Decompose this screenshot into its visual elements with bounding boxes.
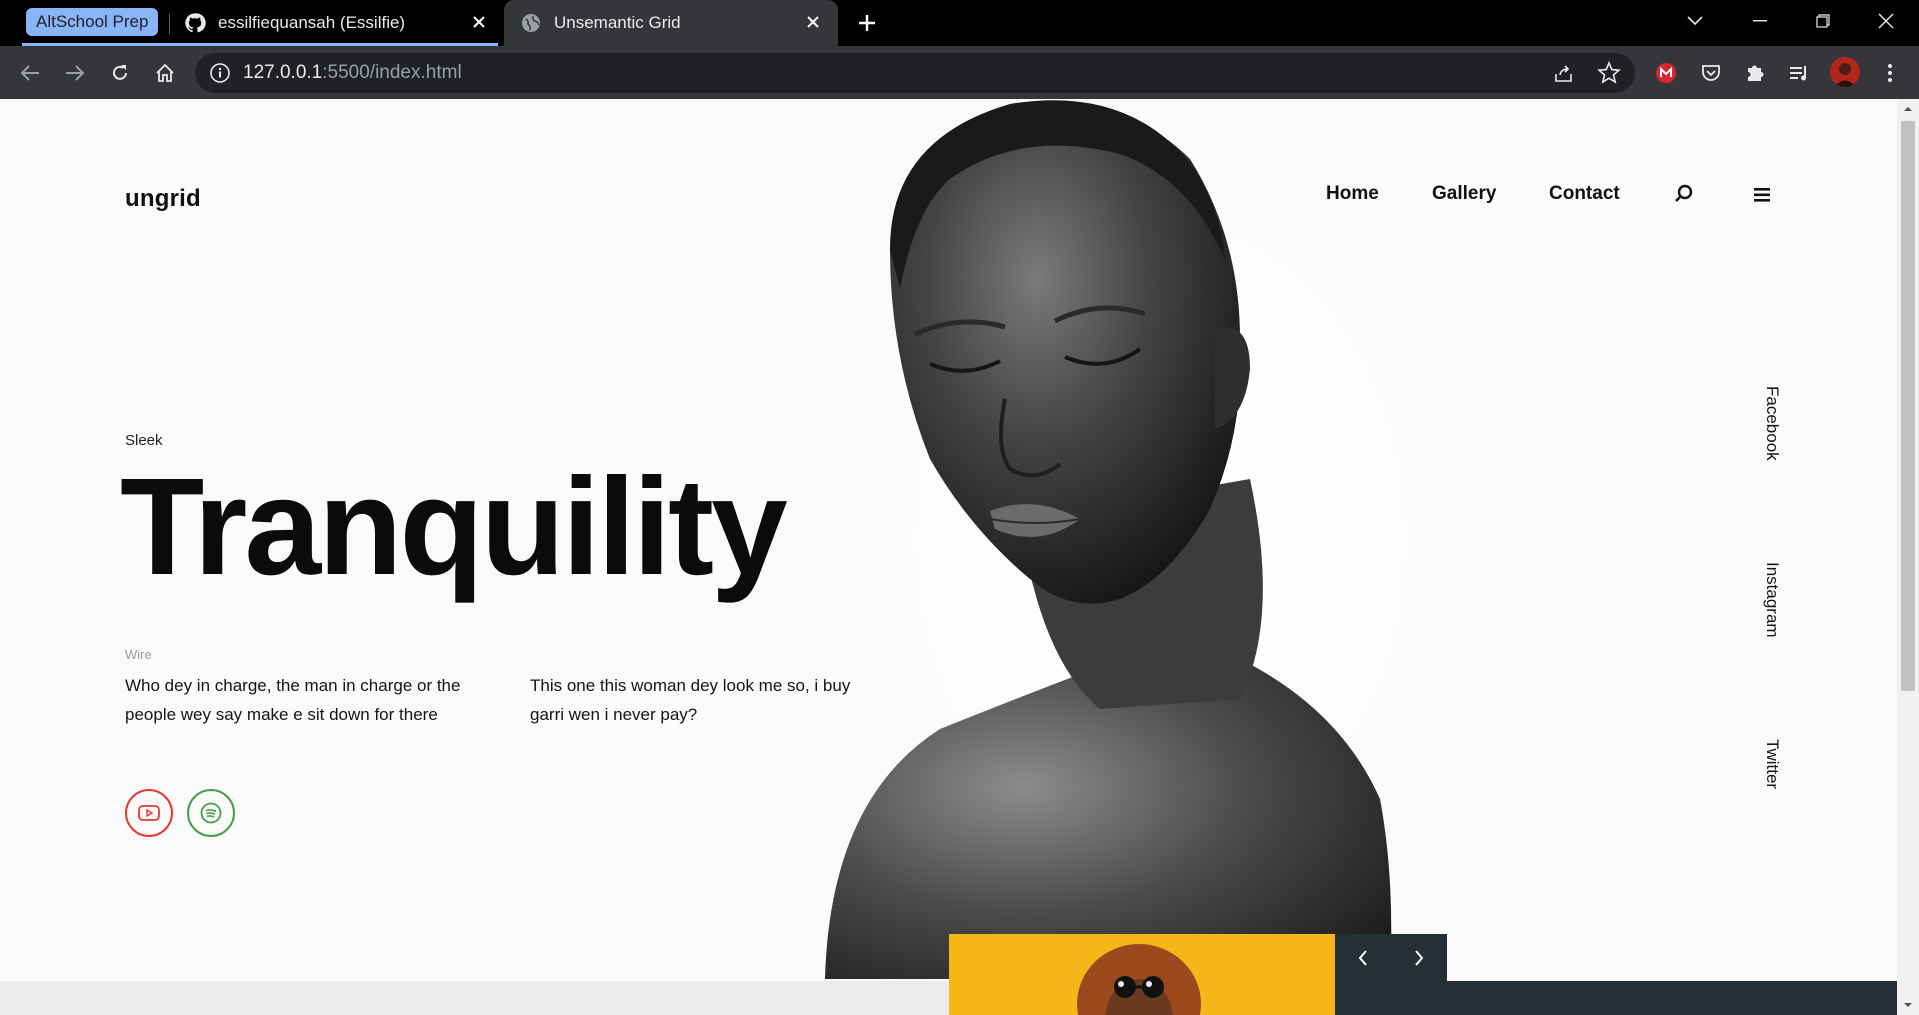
home-icon[interactable] bbox=[150, 58, 180, 88]
chevron-left-icon bbox=[1358, 949, 1367, 966]
new-tab-plus-icon[interactable] bbox=[852, 11, 882, 35]
scroll-down-arrow-icon[interactable] bbox=[1902, 999, 1914, 1011]
url-path: :5500/index.html bbox=[322, 62, 462, 83]
minimize-icon[interactable] bbox=[1735, 0, 1785, 42]
github-icon bbox=[184, 12, 206, 34]
hamburger-menu-icon[interactable] bbox=[1748, 183, 1774, 207]
url-host: 127.0.0.1 bbox=[243, 62, 323, 83]
nav-gallery-link[interactable]: Gallery bbox=[1432, 183, 1496, 205]
slider-next-button[interactable] bbox=[1391, 934, 1447, 981]
profile-avatar[interactable] bbox=[1830, 57, 1860, 87]
window-close-icon[interactable] bbox=[1861, 0, 1911, 42]
hero-paragraph-2: This one this woman dey look me so, i bu… bbox=[530, 676, 851, 724]
scrollbar-thumb[interactable] bbox=[1901, 121, 1915, 691]
tab-unsemantic-grid[interactable]: Unsemantic Grid bbox=[504, 0, 838, 46]
back-arrow-icon[interactable] bbox=[15, 58, 45, 88]
reload-icon[interactable] bbox=[105, 58, 135, 88]
url-text: 127.0.0.1:5500/index.html bbox=[243, 53, 462, 93]
pocket-extension-icon[interactable] bbox=[1696, 58, 1726, 88]
hero-paragraph-1: Who dey in charge, the man in charge or … bbox=[125, 676, 461, 724]
nav-home-link[interactable]: Home bbox=[1326, 183, 1379, 205]
tab-github[interactable]: essilfiequansah (Essilfie) bbox=[170, 0, 504, 46]
youtube-icon bbox=[138, 805, 160, 821]
social-facebook-link[interactable]: Facebook bbox=[1762, 386, 1782, 461]
youtube-button[interactable] bbox=[125, 789, 173, 837]
scroll-up-arrow-icon[interactable] bbox=[1902, 103, 1914, 115]
extensions-puzzle-icon[interactable] bbox=[1740, 58, 1770, 88]
page-scrollbar[interactable] bbox=[1897, 99, 1919, 1015]
nav-contact-link[interactable]: Contact bbox=[1549, 183, 1620, 205]
share-icon[interactable] bbox=[1553, 62, 1575, 89]
bookmark-star-icon[interactable] bbox=[1597, 60, 1621, 90]
site-logo[interactable]: ungrid bbox=[125, 185, 201, 213]
tab-title: essilfiequansah (Essilfie) bbox=[218, 13, 406, 32]
close-icon[interactable] bbox=[468, 11, 490, 33]
browser-tab-bar: AltSchool Prep essilfiequansah (Essilfie… bbox=[0, 0, 1919, 46]
social-twitter-link[interactable]: Twitter bbox=[1762, 739, 1782, 789]
search-icon[interactable] bbox=[1672, 182, 1696, 206]
page-viewport: ungrid Home Gallery Contact Sleek Tranqu… bbox=[0, 99, 1897, 1015]
hero-portrait-image bbox=[820, 99, 1500, 979]
tab-search-chevron-icon[interactable] bbox=[1670, 0, 1720, 42]
close-icon[interactable] bbox=[802, 11, 824, 33]
address-bar[interactable]: 127.0.0.1:5500/index.html bbox=[195, 53, 1635, 93]
forward-arrow-icon[interactable] bbox=[60, 58, 90, 88]
browser-menu-dots-icon[interactable] bbox=[1875, 58, 1905, 88]
restore-icon[interactable] bbox=[1798, 0, 1848, 42]
tab-group-chip[interactable]: AltSchool Prep bbox=[26, 8, 159, 36]
social-instagram-link[interactable]: Instagram bbox=[1762, 562, 1782, 638]
media-control-icon[interactable] bbox=[1784, 58, 1814, 88]
hero-headline: Tranquility bbox=[120, 450, 788, 604]
spotify-icon bbox=[200, 802, 222, 824]
mega-extension-icon[interactable] bbox=[1651, 58, 1681, 88]
globe-icon bbox=[520, 12, 542, 34]
slider-thumbnail-image[interactable] bbox=[949, 934, 1335, 1015]
slider-prev-button[interactable] bbox=[1335, 934, 1391, 981]
slider-controls bbox=[1335, 934, 1447, 981]
hero-label: Wire bbox=[125, 647, 152, 662]
site-info-icon[interactable] bbox=[209, 62, 231, 84]
spotify-button[interactable] bbox=[187, 789, 235, 837]
tab-title: Unsemantic Grid bbox=[554, 13, 681, 32]
browser-toolbar: 127.0.0.1:5500/index.html bbox=[0, 46, 1919, 99]
chevron-right-icon bbox=[1415, 949, 1424, 966]
footer-dark-strip bbox=[1335, 981, 1897, 1015]
